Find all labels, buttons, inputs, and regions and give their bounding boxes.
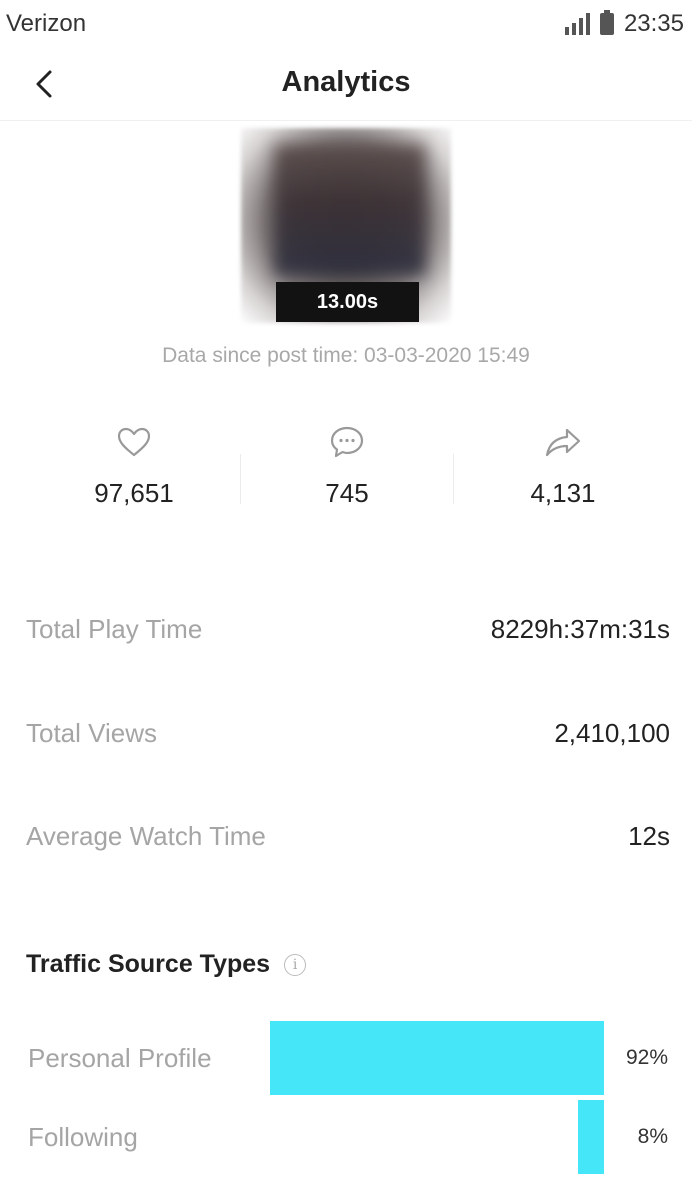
status-indicators: 23:35 (564, 8, 684, 40)
shares-count: 4,131 (530, 478, 596, 508)
traffic-source-bar (578, 1100, 604, 1174)
page-title: Analytics (281, 66, 411, 98)
likes-count: 97,651 (94, 478, 174, 508)
status-bar: Verizon 23:35 (0, 0, 692, 50)
carrier-name: Verizon (6, 10, 87, 37)
stat-divider (453, 454, 454, 504)
battery-icon (599, 10, 614, 35)
comment-icon (330, 426, 364, 458)
traffic-source-label: Personal Profile (28, 1042, 212, 1073)
traffic-source-row: Personal Profile 92% (0, 1021, 692, 1095)
engagement-stats: 97,651 745 4,131 (0, 420, 692, 520)
traffic-source-percent: 8% (637, 1125, 668, 1148)
metric-total-views: Total Views 2,410,100 (26, 713, 670, 753)
status-time: 23:35 (623, 10, 684, 37)
stat-divider (240, 454, 241, 504)
metric-value: 2,410,100 (554, 717, 670, 748)
metric-value: 8229h:37m:31s (490, 613, 670, 644)
comments-count: 745 (325, 478, 369, 508)
signal-icon (564, 13, 590, 35)
comments-stat: 745 (247, 420, 447, 509)
metric-total-play-time: Total Play Time 8229h:37m:31s (26, 609, 670, 649)
traffic-source-label: Following (28, 1121, 138, 1152)
heart-icon (117, 427, 151, 457)
info-icon[interactable]: i (284, 953, 307, 976)
metric-label: Total Views (26, 717, 158, 748)
header: Analytics (0, 50, 692, 121)
section-title-text: Traffic Source Types (26, 950, 271, 978)
metric-value: 12s (628, 820, 670, 851)
likes-stat: 97,651 (34, 420, 234, 509)
data-since-text: Data since post time: 03-03-2020 15:49 (162, 344, 530, 367)
share-icon (545, 428, 581, 457)
metric-average-watch-time: Average Watch Time 12s (26, 816, 670, 856)
metric-label: Total Play Time (26, 613, 203, 644)
traffic-source-percent: 92% (625, 1046, 668, 1069)
traffic-source-bar (270, 1021, 604, 1095)
video-duration-badge: 13.00s (276, 282, 419, 322)
traffic-source-title: Traffic Source Types i (26, 950, 307, 979)
shares-stat: 4,131 (463, 420, 663, 509)
video-thumbnail-content (275, 145, 425, 275)
traffic-source-row: Following 8% (0, 1100, 692, 1174)
metric-label: Average Watch Time (26, 820, 266, 851)
